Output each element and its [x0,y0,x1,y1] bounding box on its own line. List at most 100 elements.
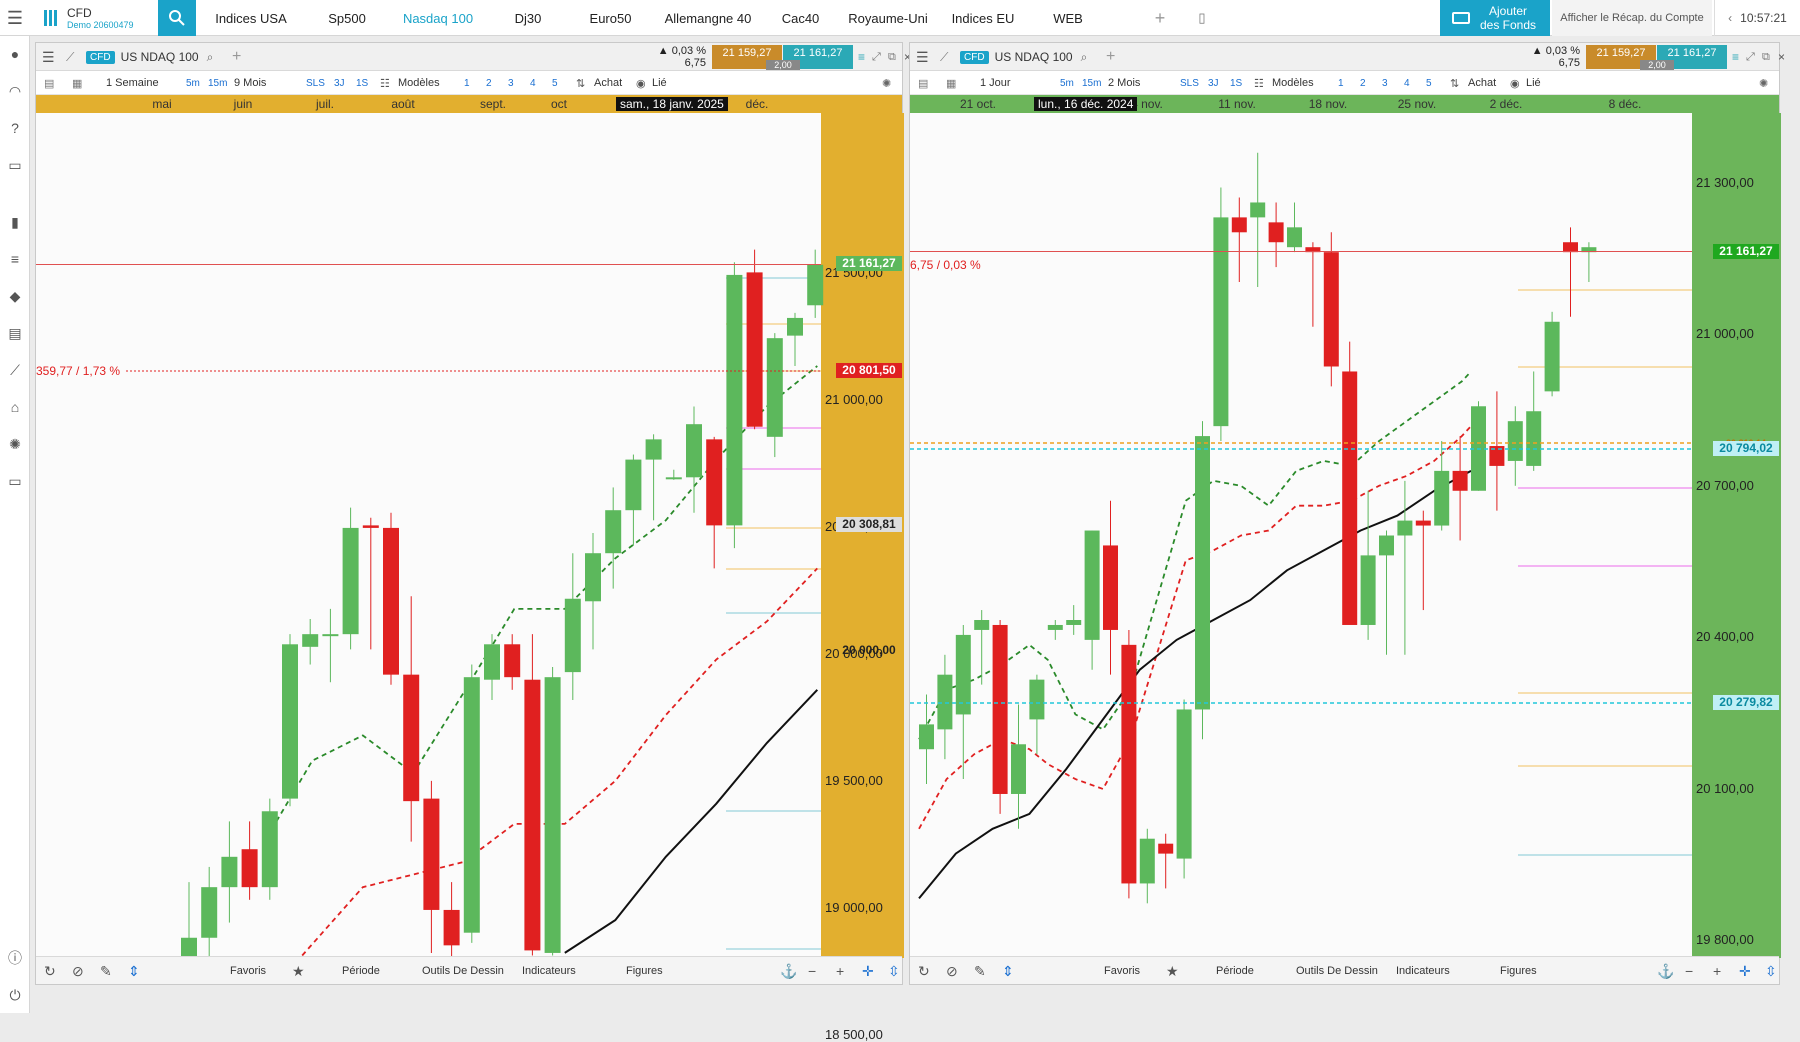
templates-button[interactable]: Modèles [1272,71,1314,95]
tf-3j[interactable]: 3J [334,71,345,95]
fit-icon[interactable]: ⇳ [888,963,900,980]
chart-type-icon[interactable]: ⟋ [66,43,74,71]
account-icon[interactable]: ● [7,46,23,62]
zoom-out-icon[interactable]: − [1685,963,1693,979]
cursor-icon[interactable]: ⇕ [128,963,140,980]
grid-icon[interactable]: ▤ [44,71,54,95]
crosshair-icon[interactable]: ✛ [1739,963,1751,980]
bars-icon[interactable]: ≡ [858,43,865,71]
add-tab-icon[interactable]: + [1150,0,1170,36]
account-recap-link[interactable]: Afficher le Récap. du Compte [1552,0,1712,36]
linked-button[interactable]: Lié [652,71,667,95]
fit-icon[interactable]: ⇳ [1765,963,1777,980]
window-icon[interactable]: ▭ [7,473,23,489]
buy-icon[interactable]: ⇅ [1450,71,1459,95]
cancel-icon[interactable]: ⊘ [946,963,958,980]
favorites-button[interactable]: Favoris [1104,957,1140,985]
drawing-tools-button[interactable]: Outils De Dessin [1296,957,1378,985]
linked-button[interactable]: Lié [1526,71,1541,95]
timeframe-selector[interactable]: 1 Jour [980,71,1011,95]
cursor-icon[interactable]: ⇕ [1002,963,1014,980]
menu-icon[interactable]: ☰ [0,0,30,36]
expand-icon[interactable]: ⤢ [1746,43,1755,71]
search-icon[interactable]: ⌕ [207,50,214,65]
nav-tab-2[interactable]: Nasdaq 100 [388,0,488,36]
drawing-tools-button[interactable]: Outils De Dessin [422,957,504,985]
panel-menu-icon[interactable]: ☰ [42,43,55,71]
layout-2[interactable]: 2 [486,71,492,95]
headset-icon[interactable]: ◠ [7,83,23,99]
graduation-icon[interactable]: ⌂ [7,399,23,415]
expand-icon[interactable]: ⤢ [872,43,881,71]
timeframe-selector[interactable]: 1 Semaine [106,71,159,95]
figures-button[interactable]: Figures [1500,957,1537,985]
layout-2[interactable]: 2 [1360,71,1366,95]
favorites-button[interactable]: Favoris [230,957,266,985]
star-icon[interactable]: ★ [292,963,305,980]
help-icon[interactable]: ? [7,120,23,136]
period-selector[interactable]: 9 Mois [234,71,266,95]
pencil-icon[interactable]: ✎ [100,963,112,980]
layout-icon[interactable]: ▦ [946,71,956,95]
nav-tab-5[interactable]: Allemangne 40 [653,0,763,36]
tf-15m[interactable]: 15m [1082,71,1101,95]
bars-icon[interactable]: ≡ [1732,43,1739,71]
popout-icon[interactable]: ⧉ [1762,43,1770,71]
period-selector[interactable]: 2 Mois [1108,71,1140,95]
tf-3j[interactable]: 3J [1208,71,1219,95]
layout-4[interactable]: 4 [1404,71,1410,95]
templates-icon[interactable]: ☷ [1254,71,1264,95]
tf-5m[interactable]: 5m [186,71,200,95]
tf-15m[interactable]: 15m [208,71,227,95]
card-icon[interactable]: ▭ [7,157,23,173]
nav-tab-3[interactable]: Dj30 [488,0,568,36]
chart-line-icon[interactable]: ⟋ [7,362,23,378]
link-icon[interactable]: ◉ [1510,71,1520,95]
settings-icon[interactable]: ✺ [1759,71,1768,95]
layout-3[interactable]: 3 [508,71,514,95]
close-icon[interactable]: × [1778,43,1785,71]
tf-sls[interactable]: SLS [306,71,325,95]
templates-icon[interactable]: ☷ [380,71,390,95]
chart-area[interactable]: 21 500,0021 000,0020 500,0020 000,0019 5… [36,113,904,1042]
chart-area[interactable]: 21 300,00 21 000,00 20 700,00 20 400,00 20 1… [910,113,1781,967]
pencil-icon[interactable]: ✎ [974,963,986,980]
search-button[interactable] [158,0,196,36]
period-button[interactable]: Période [1216,957,1254,985]
tf-1s[interactable]: 1S [356,71,368,95]
document-icon[interactable]: ▤ [7,325,23,341]
layout-icon[interactable]: ▯ [1192,0,1212,36]
book-icon[interactable]: ▮ [7,214,23,230]
instrument-title[interactable]: CFD US NDAQ 100 ⌕ [86,43,213,71]
period-button[interactable]: Période [342,957,380,985]
layout-1[interactable]: 1 [1338,71,1344,95]
nav-tab-1[interactable]: Sp500 [306,0,388,36]
search-icon[interactable]: ⌕ [1081,50,1088,65]
anchor-icon[interactable]: ⚓ [1657,963,1674,980]
indicators-button[interactable]: Indicateurs [522,957,576,985]
zoom-out-icon[interactable]: − [808,963,816,979]
list-icon[interactable]: ≡ [7,251,23,267]
nav-tab-9[interactable]: WEB [1028,0,1108,36]
crosshair-icon[interactable]: ✛ [862,963,874,980]
tag-icon[interactable]: ◆ [7,288,23,304]
nav-tab-8[interactable]: Indices EU [938,0,1028,36]
buy-icon[interactable]: ⇅ [576,71,585,95]
info-icon[interactable]: ⓘ [7,950,23,966]
grid-icon[interactable]: ▤ [918,71,928,95]
star-icon[interactable]: ★ [1166,963,1179,980]
chevron-left-icon[interactable]: ‹ [1728,11,1732,25]
layout-3[interactable]: 3 [1382,71,1388,95]
nav-tab-4[interactable]: Euro50 [568,0,653,36]
anchor-icon[interactable]: ⚓ [780,963,797,980]
add-chart-icon[interactable]: + [232,43,241,71]
indicators-button[interactable]: Indicateurs [1396,957,1450,985]
instrument-title[interactable]: CFD US NDAQ 100 ⌕ [960,43,1087,71]
buy-button[interactable]: Achat [594,71,622,95]
figures-button[interactable]: Figures [626,957,663,985]
templates-button[interactable]: Modèles [398,71,440,95]
tf-5m[interactable]: 5m [1060,71,1074,95]
refresh-icon[interactable]: ↻ [44,963,56,980]
popout-icon[interactable]: ⧉ [888,43,896,71]
nav-tab-6[interactable]: Cac40 [763,0,838,36]
